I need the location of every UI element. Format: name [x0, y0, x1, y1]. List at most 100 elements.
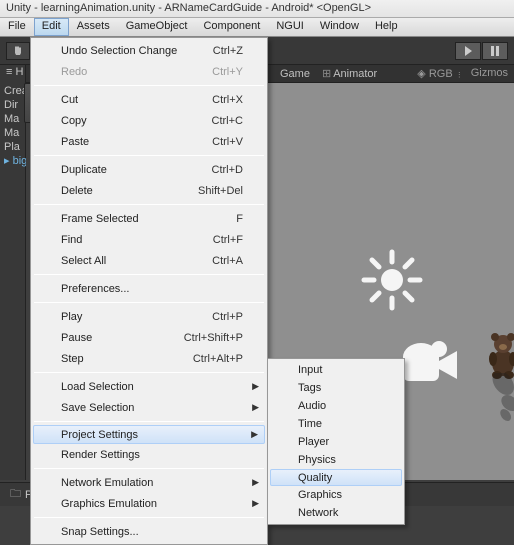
menu-item-frame-selected[interactable]: Frame SelectedF — [33, 208, 265, 229]
menubar-item-assets[interactable]: Assets — [69, 18, 118, 36]
menu-separator — [34, 468, 264, 469]
menu-item-undo-selection-change[interactable]: Undo Selection Change Ctrl+Z — [33, 40, 265, 61]
menu-item-step[interactable]: StepCtrl+Alt+P — [33, 348, 265, 369]
menu-item-label: Load Selection — [61, 381, 134, 393]
menu-item-label: Save Selection — [61, 402, 134, 414]
submenu-item-quality[interactable]: Quality — [270, 469, 402, 486]
submenu-arrow-icon: ▶ — [252, 498, 259, 509]
menu-item-save-selection[interactable]: Save Selection ▶ — [33, 397, 265, 418]
menubar-item-component[interactable]: Component — [195, 18, 268, 36]
submenu-item-graphics[interactable]: Graphics — [270, 486, 402, 504]
submenu-arrow-icon: ▶ — [251, 429, 258, 440]
menubar: FileEditAssetsGameObjectComponentNGUIWin… — [0, 18, 514, 37]
menu-shortcut: Ctrl+Z — [213, 45, 243, 57]
menu-separator — [34, 517, 264, 518]
menu-item-cut[interactable]: Cut Ctrl+X — [33, 89, 265, 110]
hierarchy-item[interactable]: Dir — [4, 98, 26, 112]
menu-item-render-settings[interactable]: Render Settings — [33, 444, 265, 465]
hierarchy-tab[interactable]: ≡ H — [6, 66, 23, 78]
menu-item-preferences[interactable]: Preferences... — [33, 278, 265, 299]
menu-shortcut: Shift+Del — [198, 185, 243, 197]
menu-item-find[interactable]: Find Ctrl+F — [33, 229, 265, 250]
rgb-dropdown[interactable]: ◈ RGB ⋮ — [417, 67, 462, 80]
directional-light-gizmo-icon — [360, 248, 424, 312]
submenu-item-network[interactable]: Network — [270, 504, 402, 522]
submenu-item-physics[interactable]: Physics — [270, 451, 402, 469]
model-shadow — [482, 373, 514, 433]
menu-shortcut: Ctrl+F — [213, 234, 243, 246]
edit-menu-dropdown: Undo Selection Change Ctrl+Z Redo Ctrl+Y Cut… — [30, 37, 268, 545]
menu-shortcut: Ctrl+X — [212, 94, 243, 106]
menu-item-label: Snap Settings... — [61, 526, 139, 538]
menu-item-select-all[interactable]: Select AllCtrl+A — [33, 250, 265, 271]
menu-shortcut: Ctrl+D — [212, 164, 243, 176]
menu-shortcut: Ctrl+Shift+P — [184, 332, 243, 344]
menu-item-label: Undo Selection Change — [61, 45, 177, 57]
menu-item-label: Delete — [61, 185, 93, 197]
menu-item-label: Graphics Emulation — [61, 498, 157, 510]
menu-item-pause[interactable]: Pause Ctrl+Shift+P — [33, 327, 265, 348]
submenu-arrow-icon: ▶ — [252, 477, 259, 488]
menu-item-label: Duplicate — [61, 164, 107, 176]
submenu-item-player[interactable]: Player — [270, 433, 402, 451]
menu-item-label: Frame Selected — [61, 213, 139, 225]
play-button[interactable] — [455, 42, 481, 60]
camera-gizmo-icon — [395, 339, 467, 387]
menu-shortcut: Ctrl+Y — [212, 66, 243, 78]
project-settings-submenu: InputTagsAudioTimePlayerPhysicsQualityGr… — [267, 358, 405, 525]
menubar-item-ngui[interactable]: NGUI — [268, 18, 312, 36]
submenu-arrow-icon: ▶ — [252, 402, 259, 413]
menu-shortcut: Ctrl+C — [212, 115, 243, 127]
menu-item-label: Pause — [61, 332, 92, 344]
menu-separator — [34, 155, 264, 156]
menu-item-delete[interactable]: Delete Shift+Del — [33, 180, 265, 201]
hierarchy-item[interactable]: Ma — [4, 126, 26, 140]
menu-item-copy[interactable]: Copy Ctrl+C — [33, 110, 265, 131]
menu-item-label: Network Emulation — [61, 477, 153, 489]
hierarchy-item-selected[interactable]: ▸ big — [4, 154, 26, 168]
tab-animator[interactable]: ⊞Animator — [322, 67, 377, 80]
menu-item-label: Step — [61, 353, 84, 365]
menu-item-play[interactable]: PlayCtrl+P — [33, 306, 265, 327]
submenu-item-audio[interactable]: Audio — [270, 397, 402, 415]
menubar-item-gameobject[interactable]: GameObject — [118, 18, 196, 36]
submenu-item-time[interactable]: Time — [270, 415, 402, 433]
submenu-item-input[interactable]: Input — [270, 361, 402, 379]
menu-item-network-emulation[interactable]: Network Emulation ▶ — [33, 472, 265, 493]
menu-separator — [34, 372, 264, 373]
menu-item-graphics-emulation[interactable]: Graphics Emulation ▶ — [33, 493, 265, 514]
menu-item-project-settings[interactable]: Project Settings▶ — [33, 425, 265, 444]
menu-item-redo: Redo Ctrl+Y — [33, 61, 265, 82]
menu-shortcut: Ctrl+A — [212, 255, 243, 267]
menu-item-label: Render Settings — [61, 449, 140, 461]
menu-item-load-selection[interactable]: Load Selection ▶ — [33, 376, 265, 397]
teddy-bear-model[interactable] — [485, 331, 514, 379]
menubar-item-edit[interactable]: Edit — [34, 18, 69, 36]
submenu-item-tags[interactable]: Tags — [270, 379, 402, 397]
menu-separator — [34, 85, 264, 86]
menu-item-label: Redo — [61, 66, 87, 78]
menu-item-snap-settings[interactable]: Snap Settings... — [33, 521, 265, 542]
menu-item-label: Find — [61, 234, 82, 246]
menu-item-label: Paste — [61, 136, 89, 148]
menubar-item-file[interactable]: File — [0, 18, 34, 36]
pause-button[interactable] — [482, 42, 508, 60]
hand-tool-button[interactable] — [6, 42, 30, 60]
menu-item-paste[interactable]: PasteCtrl+V — [33, 131, 265, 152]
gizmos-dropdown[interactable]: Gizmos — [471, 67, 508, 80]
submenu-arrow-icon: ▶ — [252, 381, 259, 392]
menu-item-label: Copy — [61, 115, 87, 127]
folder-icon: 🗀 — [10, 485, 21, 504]
menubar-item-help[interactable]: Help — [367, 18, 406, 36]
menu-separator — [34, 274, 264, 275]
tab-game[interactable]: Game — [280, 68, 310, 80]
menu-item-label: Cut — [61, 94, 78, 106]
window-title: Unity - learningAnimation.unity - ARName… — [6, 2, 371, 14]
play-controls — [455, 42, 508, 60]
hierarchy-item[interactable]: Pla — [4, 140, 26, 154]
hierarchy-item[interactable]: Ma — [4, 112, 26, 126]
menubar-item-window[interactable]: Window — [312, 18, 367, 36]
hierarchy-create[interactable]: Crea — [4, 84, 26, 98]
menu-separator — [34, 421, 264, 422]
menu-item-duplicate[interactable]: Duplicate Ctrl+D — [33, 159, 265, 180]
